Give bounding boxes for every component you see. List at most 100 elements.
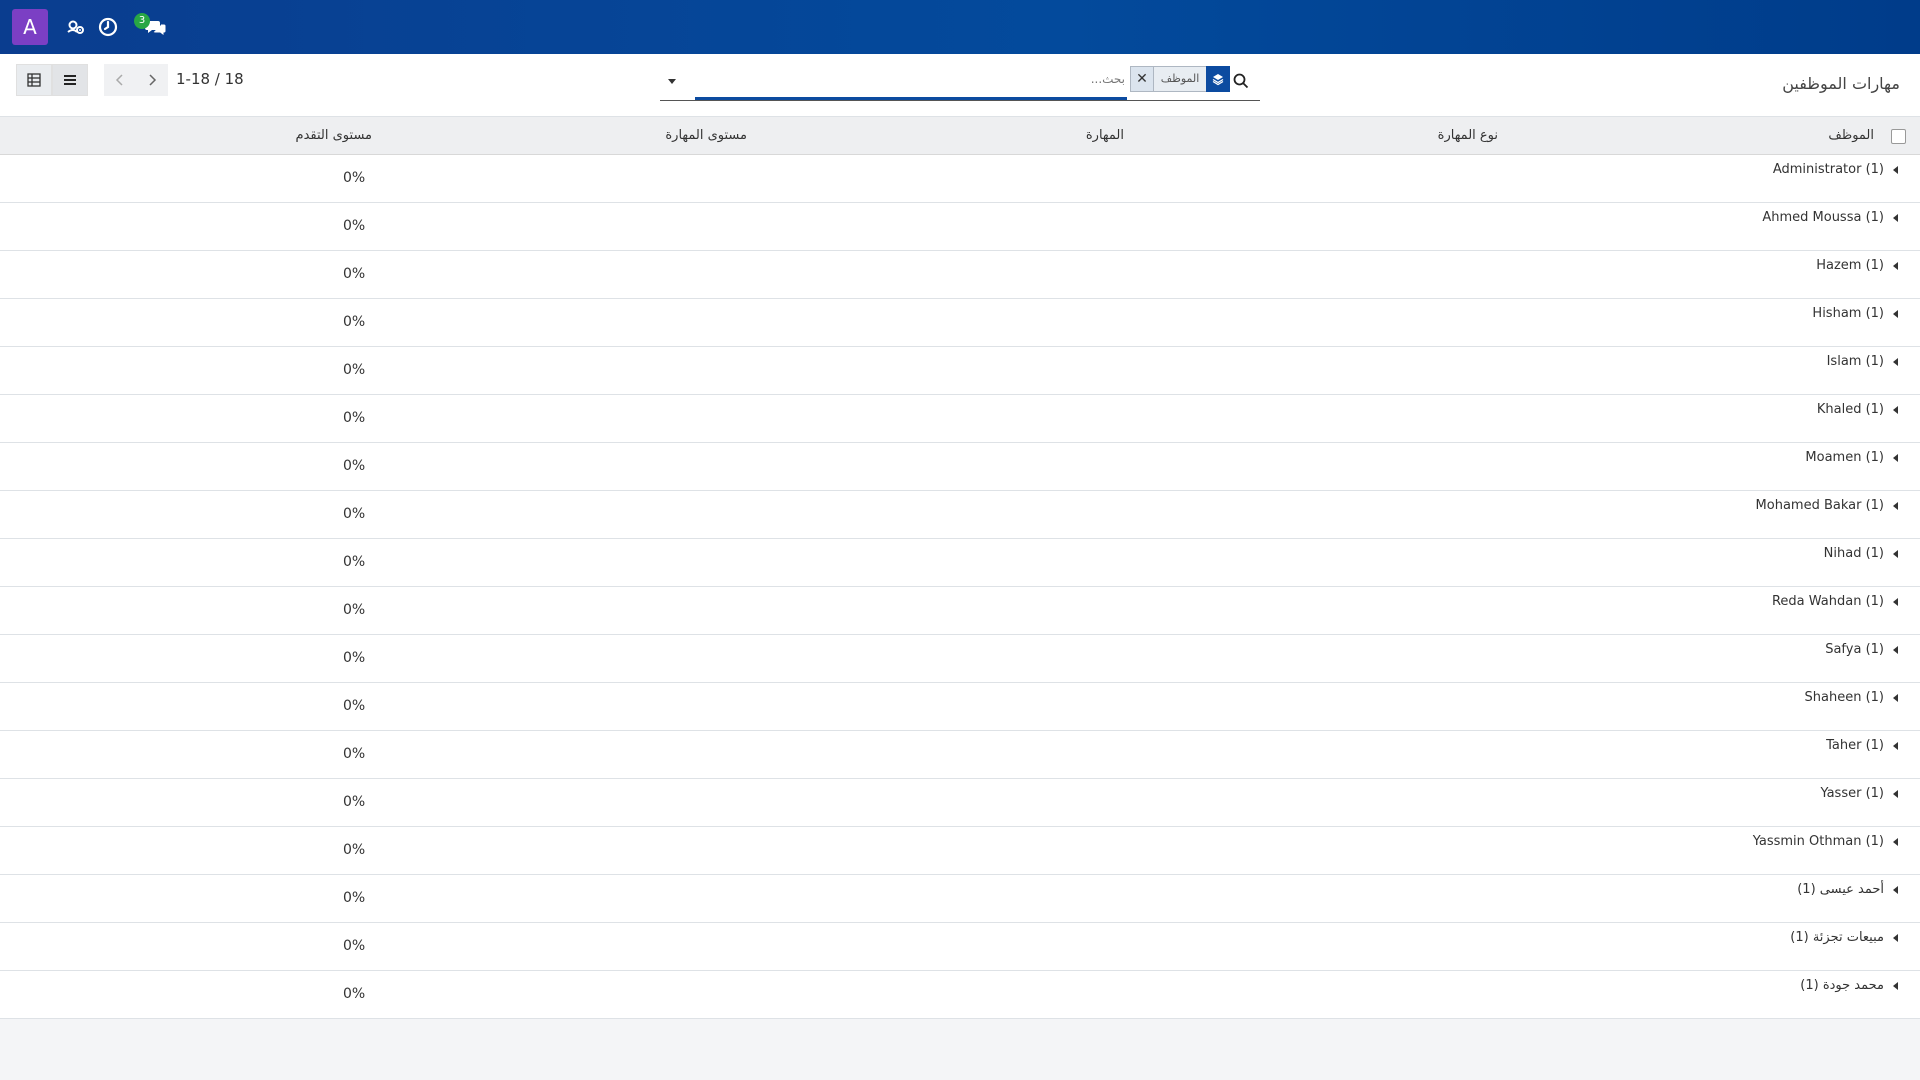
group-progress-value: 0% [343,506,366,522]
group-progress-value: 0% [343,266,366,282]
group-row[interactable]: مبيعات تجزئة (1) 0% [0,923,1920,971]
caret-left-icon [1893,598,1898,606]
group-progress-value: 0% [343,938,366,954]
group-row[interactable]: Hisham (1) 0% [0,299,1920,347]
group-progress-value: 0% [343,362,366,378]
chevron-left-icon [115,74,123,86]
group-label: Reda Wahdan (1) [1771,594,1884,609]
group-progress-value: 0% [343,986,366,1002]
group-label: Yassmin Othman (1) [1752,834,1884,849]
group-row[interactable]: Hazem (1) 0% [0,251,1920,299]
list-view-button[interactable] [52,64,88,96]
search-icon[interactable] [1232,72,1250,90]
group-rows: Administrator (1) 0% Ahmed Moussa (1) 0% Haz… [0,155,1920,1019]
list-view-icon [64,75,76,85]
grouped-list: الموظف نوع المهارة المهارة مستوى المهارة… [0,117,1920,1019]
chevron-right-icon [149,74,157,86]
caret-left-icon [1893,166,1898,174]
search-focus-underline [695,97,1127,100]
caret-left-icon [1893,262,1898,270]
caret-left-icon [1893,934,1898,942]
control-panel: 1-18 / 18 ✕ الموظف مهارات الموظفين [0,54,1920,117]
select-all-checkbox[interactable] [1891,129,1906,144]
group-label: مبيعات تجزئة (1) [1790,930,1884,945]
caret-left-icon [1893,742,1898,750]
caret-left-icon [1893,214,1898,222]
group-progress-value: 0% [343,842,366,858]
group-label: Moamen (1) [1805,450,1884,465]
caret-left-icon [1893,694,1898,702]
group-progress-value: 0% [343,218,366,234]
group-label: Taher (1) [1826,738,1884,753]
group-label: Yasser (1) [1820,786,1884,801]
caret-left-icon [1893,646,1898,654]
group-row[interactable]: Islam (1) 0% [0,347,1920,395]
group-progress-value: 0% [343,698,366,714]
group-row[interactable]: Taher (1) 0% [0,731,1920,779]
column-header-progress[interactable]: مستوى التقدم [296,128,372,143]
caret-left-icon [1893,550,1898,558]
column-header-skill-level[interactable]: مستوى المهارة [665,128,747,143]
caret-left-icon [1893,358,1898,366]
group-row[interactable]: Safya (1) 0% [0,635,1920,683]
group-progress-value: 0% [343,170,366,186]
group-progress-value: 0% [343,410,366,426]
group-row[interactable]: Ahmed Moussa (1) 0% [0,203,1920,251]
top-navbar: A 3 [0,0,1920,54]
pager-previous-button[interactable] [104,64,136,96]
group-row[interactable]: Nihad (1) 0% [0,539,1920,587]
group-row[interactable]: Khaled (1) 0% [0,395,1920,443]
caret-down-icon [668,79,676,84]
search-options-toggle[interactable] [664,73,680,89]
pager-value[interactable]: 1-18 / 18 [176,70,244,88]
search-facet: ✕ الموظف [1130,66,1230,92]
group-row[interactable]: Mohamed Bakar (1) 0% [0,491,1920,539]
group-progress-value: 0% [343,650,366,666]
group-label: Shaheen (1) [1804,690,1884,705]
users-gear-icon[interactable] [64,15,88,39]
group-label: Safya (1) [1825,642,1884,657]
group-progress-value: 0% [343,602,366,618]
user-avatar[interactable]: A [12,9,48,45]
column-header-skill-type[interactable]: نوع المهارة [1438,128,1498,143]
search-input[interactable] [695,66,1125,92]
group-row[interactable]: Administrator (1) 0% [0,155,1920,203]
group-progress-value: 0% [343,890,366,906]
facet-value: الموظف [1153,66,1206,92]
layers-icon [1206,66,1230,92]
group-label: Hazem (1) [1816,258,1884,273]
caret-left-icon [1893,406,1898,414]
group-row[interactable]: Moamen (1) 0% [0,443,1920,491]
caret-left-icon [1893,790,1898,798]
pivot-view-icon [27,73,41,87]
facet-remove-button[interactable]: ✕ [1130,66,1153,92]
clock-icon[interactable] [96,15,120,39]
group-progress-value: 0% [343,746,366,762]
group-row[interactable]: أحمد عيسى (1) 0% [0,875,1920,923]
group-progress-value: 0% [343,458,366,474]
search-bar: ✕ الموظف [660,64,1260,101]
group-row[interactable]: Yasser (1) 0% [0,779,1920,827]
group-progress-value: 0% [343,554,366,570]
group-row[interactable]: Yassmin Othman (1) 0% [0,827,1920,875]
pivot-view-button[interactable] [16,64,52,96]
page-title: مهارات الموظفين [1782,74,1900,93]
close-icon: ✕ [1136,71,1148,87]
group-label: Islam (1) [1826,354,1884,369]
group-row[interactable]: محمد جودة (1) 0% [0,971,1920,1019]
caret-left-icon [1893,886,1898,894]
list-header: الموظف نوع المهارة المهارة مستوى المهارة… [0,117,1920,155]
group-label: Mohamed Bakar (1) [1755,498,1884,513]
column-header-employee[interactable]: الموظف [1828,128,1874,143]
caret-left-icon [1893,310,1898,318]
caret-left-icon [1893,502,1898,510]
caret-left-icon [1893,982,1898,990]
group-row[interactable]: Shaheen (1) 0% [0,683,1920,731]
pager-next-button[interactable] [136,64,168,96]
group-label: محمد جودة (1) [1800,978,1884,993]
group-label: Ahmed Moussa (1) [1762,210,1884,225]
group-row[interactable]: Reda Wahdan (1) 0% [0,587,1920,635]
group-progress-value: 0% [343,314,366,330]
column-header-skill[interactable]: المهارة [1086,128,1124,143]
chat-badge: 3 [134,13,150,29]
